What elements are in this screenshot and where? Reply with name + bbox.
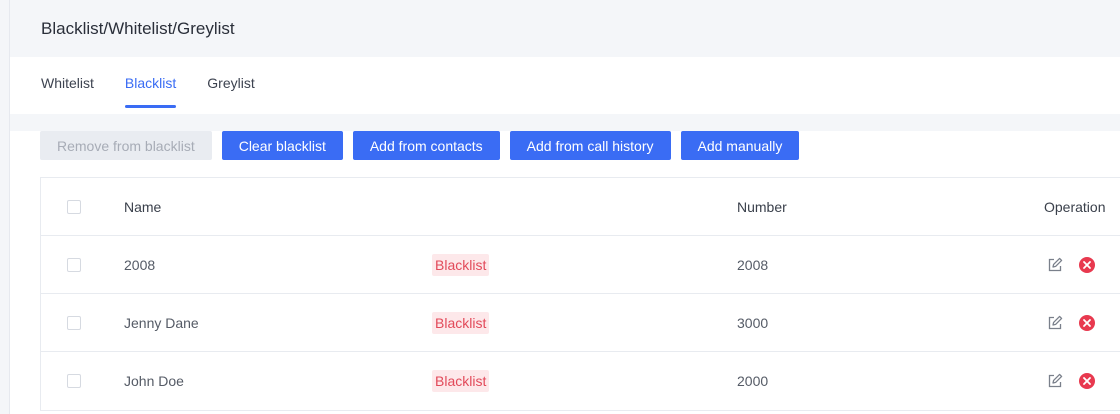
row-operations	[1044, 294, 1096, 351]
delete-icon[interactable]	[1078, 314, 1096, 332]
row-checkbox-cell	[67, 294, 81, 351]
column-header-number: Number	[737, 198, 787, 215]
row-operations	[1044, 352, 1096, 410]
table-row: Jenny Dane Blacklist 3000	[41, 294, 1120, 352]
row-name: 2008	[124, 256, 156, 273]
row-checkbox[interactable]	[67, 315, 81, 330]
edit-icon[interactable]	[1046, 314, 1064, 332]
table-row: John Doe Blacklist 2000	[41, 352, 1120, 410]
column-header-operation: Operation	[1044, 198, 1106, 215]
column-header-name: Name	[124, 198, 162, 215]
blacklist-table: Name Number Operation 2008 Blacklist 200…	[40, 177, 1120, 411]
toolbar: Remove from blacklist Clear blacklist Ad…	[40, 131, 800, 160]
table-header-row: Name Number Operation	[41, 178, 1120, 236]
tab-whitelist[interactable]: Whitelist	[41, 57, 94, 91]
edit-icon[interactable]	[1046, 256, 1064, 274]
row-number: 3000	[737, 314, 769, 331]
row-name: John Doe	[124, 373, 184, 389]
page-header: Blacklist/Whitelist/Greylist	[10, 0, 1120, 57]
row-name: Jenny Dane	[124, 314, 199, 331]
row-tag-cell: Blacklist	[432, 236, 490, 293]
select-all-cell	[67, 178, 81, 235]
remove-from-blacklist-button[interactable]: Remove from blacklist	[40, 131, 212, 160]
row-checkbox[interactable]	[67, 257, 81, 272]
blacklist-tag: Blacklist	[432, 370, 490, 392]
tab-bar: Whitelist Blacklist Greylist	[10, 57, 1120, 114]
clear-blacklist-button[interactable]: Clear blacklist	[221, 131, 343, 160]
delete-icon[interactable]	[1078, 372, 1096, 390]
blacklist-tag: Blacklist	[432, 311, 490, 334]
row-checkbox-cell	[67, 236, 81, 293]
add-manually-button[interactable]: Add manually	[680, 131, 800, 160]
row-tag-cell: Blacklist	[432, 352, 490, 410]
blacklist-tag: Blacklist	[432, 253, 490, 276]
row-checkbox[interactable]	[67, 374, 81, 388]
page-title: Blacklist/Whitelist/Greylist	[41, 18, 235, 38]
edit-icon[interactable]	[1046, 372, 1064, 390]
row-checkbox-cell	[67, 352, 81, 410]
add-from-call-history-button[interactable]: Add from call history	[509, 131, 671, 160]
tab-blacklist[interactable]: Blacklist	[124, 57, 177, 108]
row-number: 2008	[737, 256, 769, 273]
row-tag-cell: Blacklist	[432, 294, 490, 351]
row-operations	[1044, 236, 1096, 293]
delete-icon[interactable]	[1078, 256, 1096, 274]
table-row: 2008 Blacklist 2008	[41, 236, 1120, 294]
row-number: 2000	[737, 373, 769, 389]
select-all-checkbox[interactable]	[67, 199, 81, 214]
toolbar-separator	[10, 114, 1120, 131]
add-from-contacts-button[interactable]: Add from contacts	[352, 131, 500, 160]
tab-greylist[interactable]: Greylist	[207, 57, 254, 91]
